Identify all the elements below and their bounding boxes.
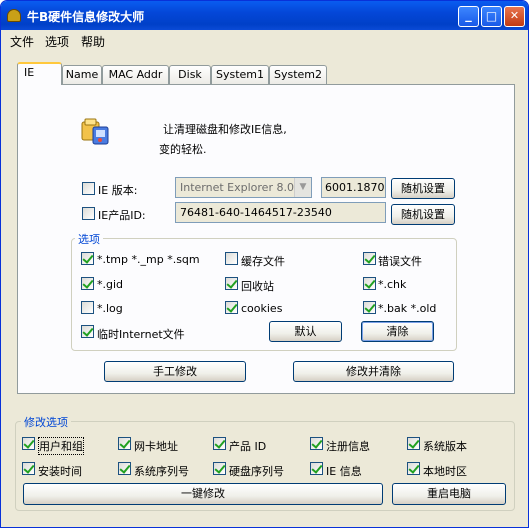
clear-button[interactable]: 清除 [361,321,434,342]
maximize-icon: □ [485,9,498,23]
ie-product-id-label: IE产品ID: [98,209,146,222]
option-recycle-bin-label: 回收站 [241,280,274,293]
modify-disk-serial-label: 硬盘序列号 [229,465,284,478]
close-icon: ✕ [509,9,520,22]
modify-mac-label: 网卡地址 [134,440,178,453]
ie-description-line2: 变的轻松. [159,143,207,156]
modify-install-time-checkbox[interactable] [22,462,35,475]
option-chk-checkbox[interactable] [363,277,376,290]
modify-ie-info-label: IE 信息 [326,465,362,478]
modify-product-id-label: 产品 ID [229,440,267,453]
close-button[interactable]: ✕ [504,6,525,27]
modify-system-version-checkbox[interactable] [407,437,420,450]
menu-help[interactable]: 帮助 [81,33,105,50]
option-log-label: *.log [97,302,123,315]
modify-system-serial-checkbox[interactable] [118,462,131,475]
tab-disk[interactable]: Disk [169,65,211,84]
app-icon [7,9,21,22]
modify-system-version-label: 系统版本 [423,440,467,453]
option-temp-internet-label: 临时Internet文件 [97,328,185,341]
option-bak-label: *.bak *.old [378,302,437,315]
modify-options-title: 修改选项 [21,414,71,430]
option-cache-checkbox[interactable] [225,252,238,265]
modify-users-groups-checkbox[interactable] [22,437,35,450]
option-bak-checkbox[interactable] [363,301,376,314]
menu-options[interactable]: 选项 [45,33,69,50]
modify-product-id-checkbox[interactable] [213,437,226,450]
modify-registration-checkbox[interactable] [310,437,323,450]
minimize-icon: _ [465,8,472,23]
tab-name[interactable]: Name [62,65,102,84]
ie-version-checkbox[interactable] [82,182,95,195]
option-temp-internet-checkbox[interactable] [81,325,94,338]
options-group-title: 选项 [75,231,103,247]
minimize-button[interactable]: _ [458,6,479,27]
title-bar[interactable]: 牛B硬件信息修改大师 _ □ ✕ [1,1,528,30]
modify-system-serial-label: 系统序列号 [134,465,189,478]
ie-product-id-checkbox[interactable] [82,207,95,220]
modify-users-groups-label: 用户和组 [38,437,84,455]
ie-version-label: IE 版本: [98,184,138,197]
ie-product-id-field[interactable]: 76481-640-1464517-23540 [175,202,386,223]
ie-version-number-field[interactable]: 6001.18702 [321,177,386,198]
ie-description-line1: 让清理磁盘和修改IE信息, [163,123,287,136]
menu-file[interactable]: 文件 [10,33,34,50]
modify-disk-serial-checkbox[interactable] [213,462,226,475]
random-version-button[interactable]: 随机设置 [391,178,455,199]
option-recycle-bin-checkbox[interactable] [225,277,238,290]
tab-ie[interactable]: IE [17,62,62,85]
option-log-checkbox[interactable] [81,301,94,314]
main-window: 牛B硬件信息修改大师 _ □ ✕ 文件 选项 帮助 IE Name MAC Ad… [0,0,529,528]
option-chk-label: *.chk [378,278,407,291]
modify-and-clear-button[interactable]: 修改并清除 [293,361,454,382]
option-cookies-checkbox[interactable] [225,301,238,314]
option-error-files-checkbox[interactable] [363,252,376,265]
ie-version-value: Internet Explorer 8.0 [180,181,294,194]
option-gid-label: *.gid [97,278,124,291]
tab-system1[interactable]: System1 [211,65,269,84]
tab-system2[interactable]: System2 [269,65,327,84]
maximize-button[interactable]: □ [481,6,502,27]
option-cookies-label: cookies [241,302,283,315]
manual-modify-button[interactable]: 手工修改 [104,361,246,382]
modify-mac-checkbox[interactable] [118,437,131,450]
tab-mac-addr[interactable]: MAC Addr [102,65,169,84]
modify-timezone-checkbox[interactable] [407,462,420,475]
restart-computer-button[interactable]: 重启电脑 [392,483,506,505]
option-tmp-label: *.tmp *._mp *.sqm [97,253,200,266]
window-title: 牛B硬件信息修改大师 [27,10,145,24]
modify-install-time-label: 安装时间 [38,465,82,478]
random-product-id-button[interactable]: 随机设置 [391,204,455,225]
option-cache-label: 缓存文件 [241,255,285,268]
computer-tools-icon [81,118,111,146]
modify-timezone-label: 本地时区 [423,465,467,478]
default-button[interactable]: 默认 [269,321,342,342]
ie-version-select[interactable]: Internet Explorer 8.0 ▼ [175,177,312,198]
chevron-down-icon: ▼ [294,178,311,197]
option-error-files-label: 错误文件 [378,255,422,268]
option-gid-checkbox[interactable] [81,277,94,290]
menu-bar: 文件 选项 帮助 [1,30,528,50]
option-tmp-checkbox[interactable] [81,252,94,265]
one-click-modify-button[interactable]: 一键修改 [23,483,383,505]
modify-ie-info-checkbox[interactable] [310,462,323,475]
modify-registration-label: 注册信息 [326,440,370,453]
